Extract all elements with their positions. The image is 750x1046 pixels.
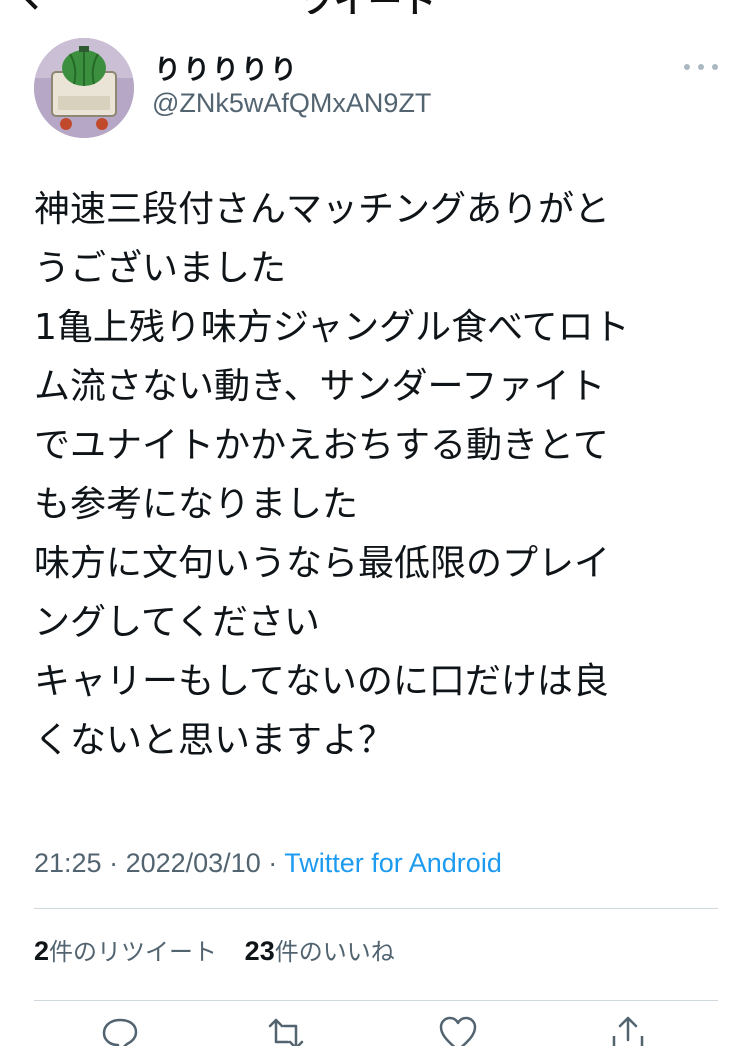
tweet-header: りりりりり @ZNk5wAfQMxAN9ZT	[0, 36, 750, 146]
like-count[interactable]: 23	[245, 936, 275, 966]
tweet-source-link[interactable]: Twitter for Android	[284, 848, 502, 878]
tweet-line: でユナイトかかえおちする動きとて	[34, 425, 609, 466]
user-handle[interactable]: @ZNk5wAfQMxAN9ZT	[152, 88, 431, 119]
like-label[interactable]: 件のいいね	[275, 938, 395, 966]
dot	[712, 64, 718, 70]
tweet-time: 21:25	[34, 848, 102, 878]
divider	[34, 1000, 718, 1001]
retweet-icon[interactable]	[266, 1014, 306, 1046]
tweet-line: ングしてください	[34, 602, 320, 643]
meta-separator: ·	[260, 848, 285, 878]
tweet-line: も参考になりました	[34, 484, 359, 525]
tweet-line: 味方に文句いうなら最低限のプレイ	[34, 543, 611, 584]
nav-bar: ツイート	[0, 0, 750, 14]
dot	[684, 64, 690, 70]
divider	[34, 908, 718, 909]
tweet-line: くないと思いますよ？	[34, 720, 395, 761]
tweet-line: ム流さない動き、サンダーファイト	[34, 366, 606, 407]
back-chevron-icon[interactable]	[22, 0, 48, 10]
share-icon[interactable]	[608, 1014, 648, 1046]
dot	[698, 64, 704, 70]
reply-icon[interactable]	[100, 1014, 140, 1046]
tweet-body: 神速三段付さんマッチングありがと うございました 1亀上残り味方ジャングル食べて…	[34, 180, 734, 770]
tweet-line: 神速三段付さんマッチングありがと	[34, 189, 611, 230]
heart-icon[interactable]	[438, 1014, 478, 1046]
meta-separator: ·	[101, 848, 126, 878]
avatar[interactable]	[34, 38, 134, 138]
display-name[interactable]: りりりりり	[154, 48, 299, 87]
tweet-line: 1亀上残り味方ジャングル食べてロト	[34, 307, 630, 348]
tweet-line: キャリーもしてないのに口だけは良	[34, 661, 609, 702]
action-bar	[0, 1012, 750, 1046]
tweet-line: うございました	[34, 248, 287, 289]
nav-title: ツイート	[300, 0, 436, 14]
tweet-date: 2022/03/10	[125, 848, 261, 878]
more-dots-icon[interactable]	[684, 60, 718, 74]
retweet-label[interactable]: 件のリツイート	[49, 938, 217, 966]
tweet-meta: 21:25 · 2022/03/10 · Twitter for Android	[34, 848, 502, 879]
engagement-stats: 2件のリツイート 23件のいいね	[34, 932, 415, 967]
retweet-count[interactable]: 2	[34, 936, 49, 966]
